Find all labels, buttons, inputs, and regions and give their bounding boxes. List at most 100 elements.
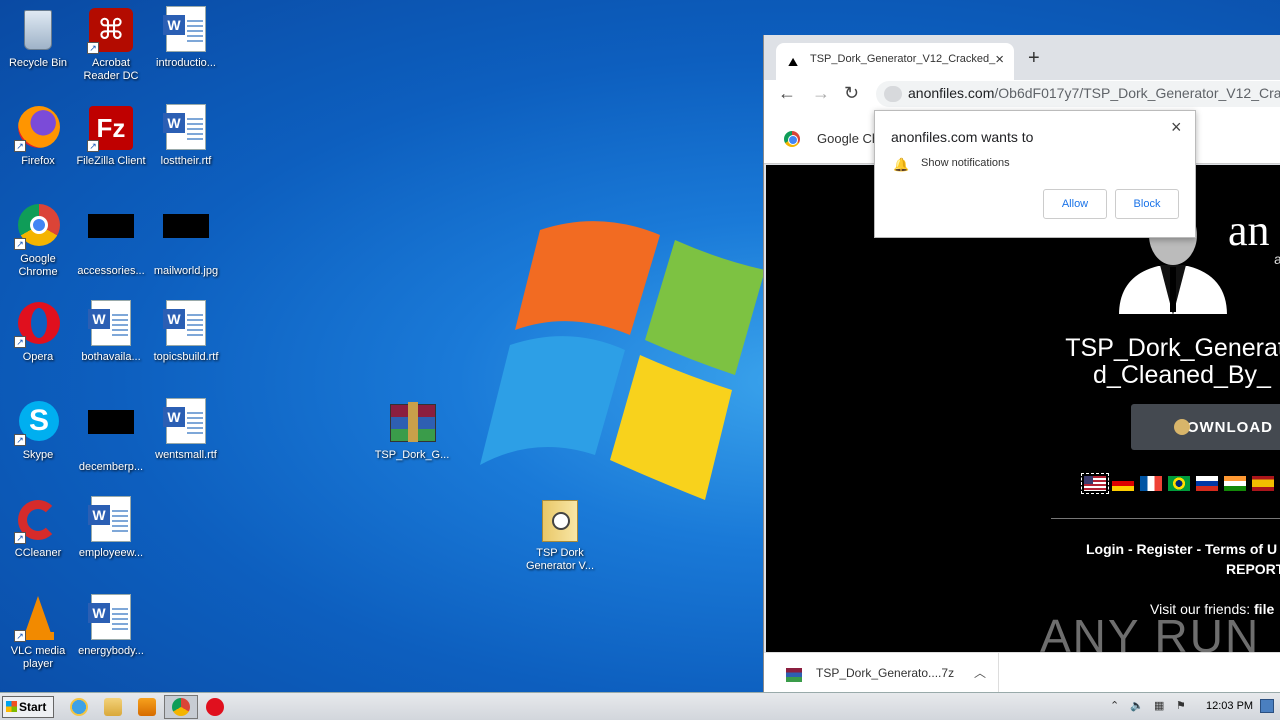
divider (1051, 518, 1280, 519)
recycle-bin-icon (14, 6, 62, 54)
infobar-text: Google Ch (817, 131, 880, 146)
flag-es-icon[interactable] (1252, 476, 1274, 491)
report-link[interactable]: REPORT (1226, 561, 1280, 577)
topicsbuild-desktop-icon[interactable]: topicsbuild.rtf (148, 300, 224, 364)
icon-label: bothavaila... (81, 351, 141, 363)
anyrun-watermark: ANY RUN (1040, 610, 1261, 652)
chevron-up-icon[interactable]: ︿ (974, 664, 986, 681)
flag-us-icon[interactable] (1081, 473, 1109, 494)
icon-label: VLC media player (10, 645, 66, 670)
download-gear-icon (1174, 419, 1190, 435)
winrar-archive-icon (388, 398, 436, 446)
clock[interactable]: 12:03 PM (1206, 700, 1253, 712)
ie-taskbar-icon[interactable] (70, 698, 88, 716)
action-center-flag-icon[interactable]: ⚑ (1176, 699, 1186, 712)
permission-text: Show notifications (921, 157, 1010, 169)
acrobat-desktop-icon[interactable]: ⌘ ↗ Acrobat Reader DC (73, 6, 149, 83)
network-icon[interactable]: ▦ (1154, 699, 1164, 712)
tsp-folder-desktop-icon[interactable]: TSP Dork Generator V... (522, 496, 598, 573)
file-title: TSP_Dork_Generato d_Cleaned_By_ (1052, 335, 1280, 389)
chrome-logo-icon (784, 131, 800, 147)
employeew-desktop-icon[interactable]: employeew... (73, 496, 149, 560)
recycle-bin-desktop-icon[interactable]: Recycle Bin (0, 6, 76, 70)
word-doc-icon (162, 300, 210, 348)
tab-title: TSP_Dork_Generator_V12_Cracked_ (810, 53, 996, 65)
media-player-taskbar-icon[interactable] (138, 698, 156, 716)
vlc-icon: ↗ (14, 594, 62, 642)
tab-close-icon[interactable]: × (995, 51, 1004, 68)
icon-label: Opera (22, 351, 54, 363)
flag-br-icon[interactable] (1168, 476, 1190, 491)
introductio-desktop-icon[interactable]: introductio... (148, 6, 224, 70)
block-button[interactable]: Block (1115, 189, 1179, 219)
accessories-desktop-icon[interactable]: accessories... (73, 202, 149, 278)
page-content: an a TSP_Dork_Generato d_Cleaned_By_ DOW… (766, 165, 1280, 652)
tsp-archive-desktop-icon[interactable]: TSP_Dork_G... (374, 398, 450, 462)
opera-taskbar-icon[interactable] (206, 698, 224, 716)
download-item[interactable]: TSP_Dork_Generato....7z ︿ (764, 653, 999, 693)
explorer-taskbar-icon[interactable] (104, 698, 122, 716)
icon-label: introductio... (156, 57, 216, 69)
bothavaila-desktop-icon[interactable]: bothavaila... (73, 300, 149, 364)
image-thumbnail-icon (162, 214, 210, 262)
download-button[interactable]: DOWNLOAD (1131, 404, 1280, 450)
ccleaner-icon: ↗ (14, 496, 62, 544)
windows-logo-wallpaper (480, 221, 765, 500)
word-doc-icon (162, 6, 210, 54)
filezilla-icon: Fz ↗ (87, 104, 135, 152)
image-thumbnail-icon (87, 214, 135, 262)
tab-anonfiles[interactable]: ⛰ TSP_Dork_Generator_V12_Cracked_ × (776, 43, 1014, 80)
opera-desktop-icon[interactable]: ↗ Opera (0, 300, 76, 364)
shortcut-arrow-icon: ↗ (14, 140, 26, 152)
word-doc-icon (162, 398, 210, 446)
download-filename: TSP_Dork_Generato....7z (816, 666, 955, 680)
back-arrow-icon[interactable]: ← (778, 83, 796, 104)
flag-in-icon[interactable] (1224, 476, 1246, 491)
start-button[interactable]: Start (2, 696, 54, 718)
icon-label: wentsmall.rtf (155, 449, 217, 461)
icon-label: TSP Dork Generator V... (525, 547, 595, 572)
icon-label: accessories... (77, 265, 145, 277)
footer-links[interactable]: Login - Register - Terms of U (1086, 541, 1277, 557)
skype-icon: S ↗ (14, 398, 62, 446)
volume-icon[interactable]: 🔈 (1130, 699, 1144, 712)
shortcut-arrow-icon: ↗ (14, 532, 26, 544)
skype-desktop-icon[interactable]: S ↗ Skype (0, 398, 76, 462)
archive-file-icon (786, 668, 802, 682)
anonfiles-favicon-icon: ⛰ (788, 55, 799, 69)
mailworld-desktop-icon[interactable]: mailworld.jpg (148, 202, 224, 278)
icon-label: Skype (22, 449, 54, 461)
flag-de-icon[interactable] (1112, 476, 1134, 491)
flag-fr-icon[interactable] (1140, 476, 1162, 491)
decemberp-desktop-icon[interactable]: decemberp... (73, 398, 149, 474)
word-doc-icon (162, 104, 210, 152)
vlc-desktop-icon[interactable]: ↗ VLC media player (0, 594, 76, 671)
flag-ru-icon[interactable] (1196, 476, 1218, 491)
ccleaner-desktop-icon[interactable]: ↗ CCleaner (0, 496, 76, 560)
opera-icon: ↗ (14, 300, 62, 348)
firefox-icon: ↗ (14, 104, 62, 152)
losttheir-desktop-icon[interactable]: losttheir.rtf (148, 104, 224, 168)
show-hidden-icons-icon[interactable]: ⌃ (1110, 699, 1119, 712)
show-desktop-icon[interactable] (1260, 699, 1274, 713)
url-path: /Ob6dF017y7/TSP_Dork_Generator_V12_Crac (994, 85, 1280, 101)
energybody-desktop-icon[interactable]: energybody... (73, 594, 149, 658)
lock-icon (884, 86, 902, 102)
reload-icon[interactable]: ↻ (844, 83, 859, 104)
wentsmall-desktop-icon[interactable]: wentsmall.rtf (148, 398, 224, 462)
filezilla-desktop-icon[interactable]: Fz ↗ FileZilla Client (73, 104, 149, 168)
firefox-desktop-icon[interactable]: ↗ Firefox (0, 104, 76, 168)
shortcut-arrow-icon: ↗ (14, 238, 26, 250)
language-flags (1081, 473, 1274, 494)
word-doc-icon (87, 300, 135, 348)
chrome-desktop-icon[interactable]: ↗ Google Chrome (0, 202, 76, 279)
new-tab-plus-icon[interactable]: + (1028, 47, 1040, 70)
address-bar[interactable]: anonfiles.com/Ob6dF017y7/TSP_Dork_Genera… (876, 81, 1280, 107)
close-icon[interactable]: × (1171, 117, 1182, 138)
forward-arrow-icon[interactable]: → (812, 83, 830, 104)
image-thumbnail-icon (87, 410, 135, 458)
allow-button[interactable]: Allow (1043, 189, 1107, 219)
icon-label: CCleaner (14, 547, 62, 559)
icon-label: energybody... (78, 645, 144, 657)
shortcut-arrow-icon: ↗ (14, 434, 26, 446)
